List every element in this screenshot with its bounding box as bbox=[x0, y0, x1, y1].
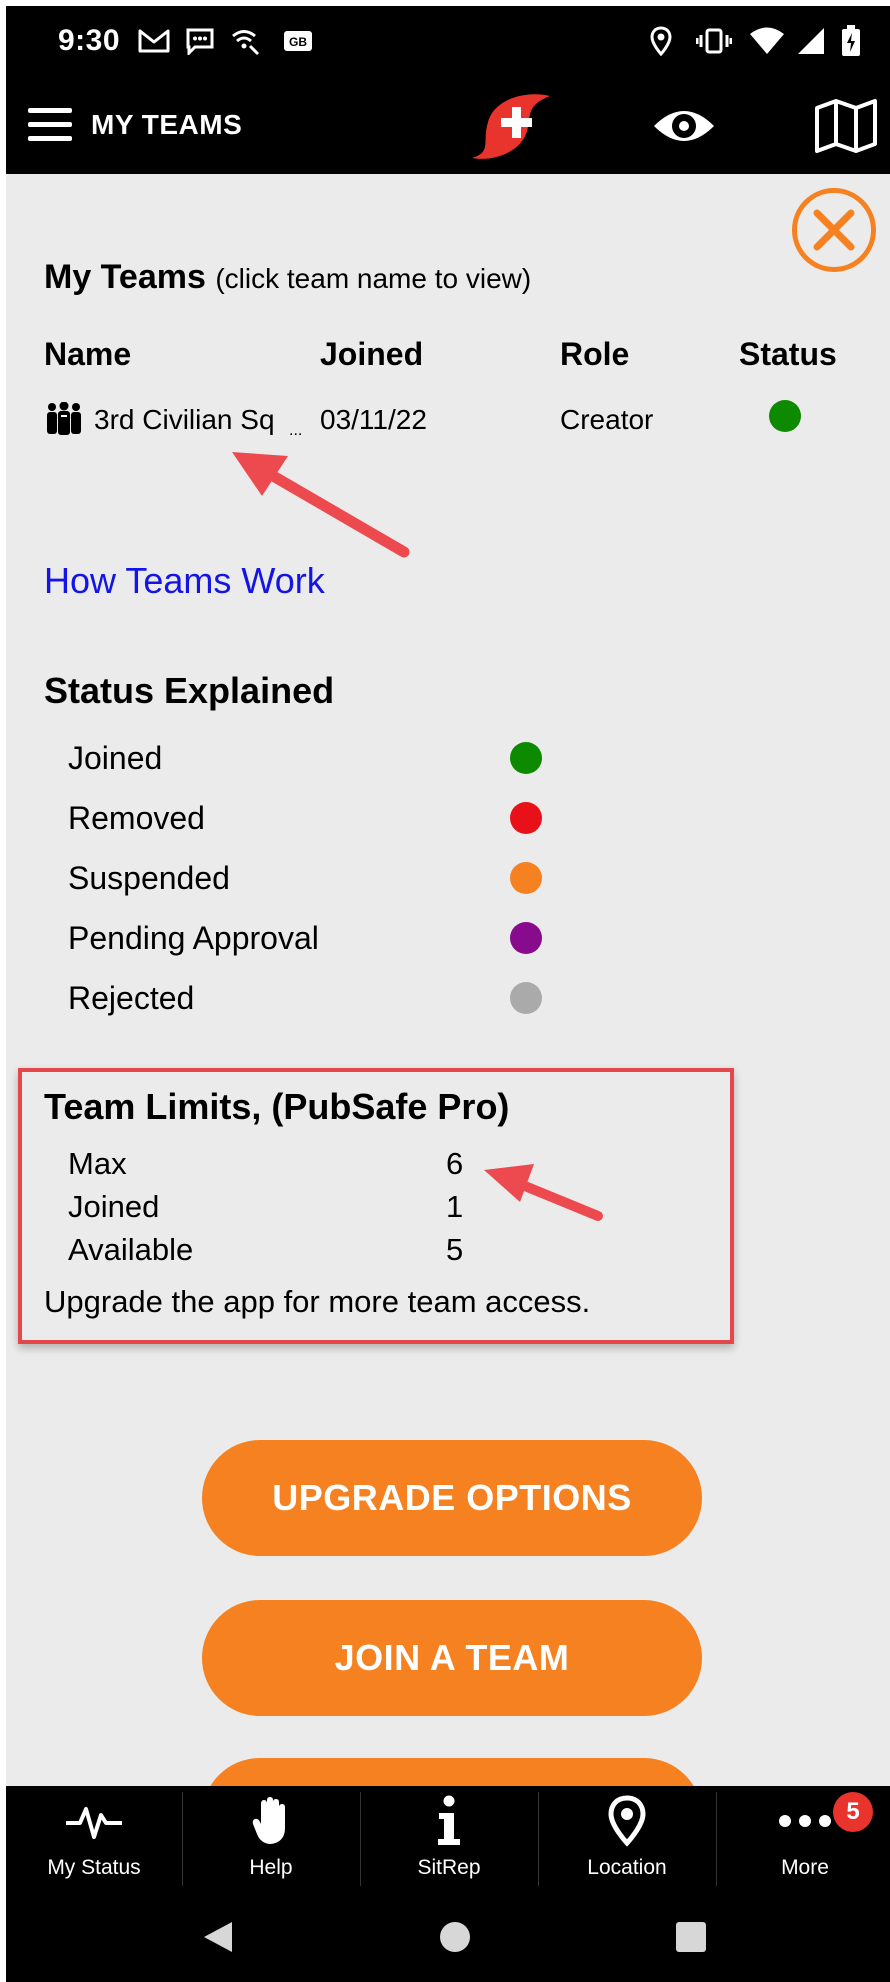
upgrade-options-button[interactable]: UPGRADE OPTIONS bbox=[202, 1440, 702, 1556]
location-pin-icon bbox=[646, 24, 676, 58]
nav-label-help: Help bbox=[249, 1856, 293, 1879]
sim-icon: GB bbox=[280, 24, 316, 58]
close-button[interactable] bbox=[792, 188, 876, 272]
close-icon bbox=[813, 209, 855, 251]
legend-label-removed: Removed bbox=[68, 800, 205, 836]
my-teams-heading: My Teams (click team name to view) bbox=[44, 258, 531, 297]
info-icon bbox=[361, 1794, 537, 1848]
legend-dot-joined bbox=[510, 742, 542, 774]
limit-value-available: 5 bbox=[446, 1232, 464, 1267]
legend-dot-suspended bbox=[510, 862, 542, 894]
team-name-link[interactable]: 3rd Civilian Sq bbox=[94, 404, 275, 436]
heartbeat-icon bbox=[6, 1794, 182, 1848]
bottom-nav: My Status Help SitRep Location 5 More bbox=[6, 1786, 890, 1892]
home-icon[interactable] bbox=[438, 1920, 472, 1954]
nav-label-location: Location bbox=[587, 1856, 667, 1879]
notification-badge: 5 bbox=[833, 1792, 873, 1832]
phone-screen: 9:30 GB MY TEAMS My Teams (click team na… bbox=[6, 6, 890, 1982]
svg-text:GB: GB bbox=[289, 35, 307, 49]
limit-value-joined: 1 bbox=[446, 1189, 464, 1224]
vibrate-icon bbox=[694, 24, 734, 58]
legend-dot-pending-approval bbox=[510, 922, 542, 954]
wifi-icon bbox=[748, 24, 786, 58]
recents-icon[interactable] bbox=[674, 1920, 708, 1954]
legend-label-pending-approval: Pending Approval bbox=[68, 920, 319, 956]
message-icon bbox=[182, 24, 218, 58]
nav-item-location[interactable]: Location bbox=[539, 1786, 715, 1892]
column-header-status: Status bbox=[739, 336, 837, 372]
pointer-arrow-limits bbox=[484, 1164, 603, 1221]
column-header-role: Role bbox=[560, 336, 630, 372]
team-role: Creator bbox=[560, 404, 654, 435]
location-pin-icon bbox=[539, 1794, 715, 1848]
how-teams-work-link[interactable]: How Teams Work bbox=[44, 560, 325, 602]
app-bar: MY TEAMS bbox=[6, 78, 890, 174]
join-a-team-button[interactable]: JOIN A TEAM bbox=[202, 1600, 702, 1716]
legend-label-suspended: Suspended bbox=[68, 860, 230, 896]
legend-dot-rejected bbox=[510, 982, 542, 1014]
nav-item-sitrep[interactable]: SitRep bbox=[361, 1786, 537, 1892]
team-name-ellipsis: ... bbox=[289, 422, 303, 439]
nav-label-my-status: My Status bbox=[47, 1856, 141, 1879]
nav-label-more: More bbox=[781, 1856, 829, 1879]
column-header-name: Name bbox=[44, 336, 132, 372]
nav-item-my-status[interactable]: My Status bbox=[6, 1786, 182, 1892]
status-bar: 9:30 GB bbox=[6, 6, 890, 78]
pointer-arrow bbox=[232, 452, 410, 558]
logo-icon bbox=[464, 92, 554, 162]
system-nav-bar bbox=[6, 1892, 890, 1982]
battery-charging-icon bbox=[838, 24, 864, 58]
wifi-calling-icon bbox=[228, 24, 264, 58]
status-time: 9:30 bbox=[58, 24, 121, 57]
map-icon[interactable] bbox=[814, 98, 878, 154]
legend-dot-removed bbox=[510, 802, 542, 834]
cell-signal-icon bbox=[794, 24, 828, 58]
my-teams-subtitle: (click team name to view) bbox=[215, 263, 532, 294]
eye-icon[interactable] bbox=[652, 104, 716, 148]
app-bar-title: MY TEAMS bbox=[91, 109, 243, 140]
content-area: My Teams (click team name to view) Name … bbox=[6, 174, 890, 1818]
nav-item-help[interactable]: Help bbox=[183, 1786, 359, 1892]
hand-icon bbox=[183, 1794, 359, 1848]
gmail-icon bbox=[136, 24, 172, 58]
nav-item-more[interactable]: 5 More bbox=[717, 1786, 890, 1892]
column-header-joined: Joined bbox=[320, 336, 424, 372]
menu-icon[interactable] bbox=[28, 106, 72, 144]
team-joined-date: 03/11/22 bbox=[320, 404, 427, 435]
limit-label-available: Available bbox=[68, 1232, 194, 1267]
my-teams-title: My Teams bbox=[44, 258, 206, 296]
legend-label-joined: Joined bbox=[68, 740, 163, 776]
status-explained-title: Status Explained bbox=[44, 670, 335, 711]
team-limits-title: Team Limits, (PubSafe Pro) bbox=[44, 1086, 510, 1127]
team-icon bbox=[47, 402, 81, 435]
limit-label-max: Max bbox=[68, 1146, 127, 1181]
back-icon[interactable] bbox=[202, 1920, 234, 1954]
upgrade-note: Upgrade the app for more team access. bbox=[44, 1284, 591, 1319]
legend-label-rejected: Rejected bbox=[68, 980, 195, 1016]
nav-label-sitrep: SitRep bbox=[417, 1856, 481, 1879]
team-limits-box: Team Limits, (PubSafe Pro) Max 6 Joined … bbox=[18, 1068, 734, 1344]
limit-value-max: 6 bbox=[446, 1146, 464, 1181]
team-status-dot bbox=[769, 400, 801, 432]
limit-label-joined: Joined bbox=[68, 1189, 160, 1224]
